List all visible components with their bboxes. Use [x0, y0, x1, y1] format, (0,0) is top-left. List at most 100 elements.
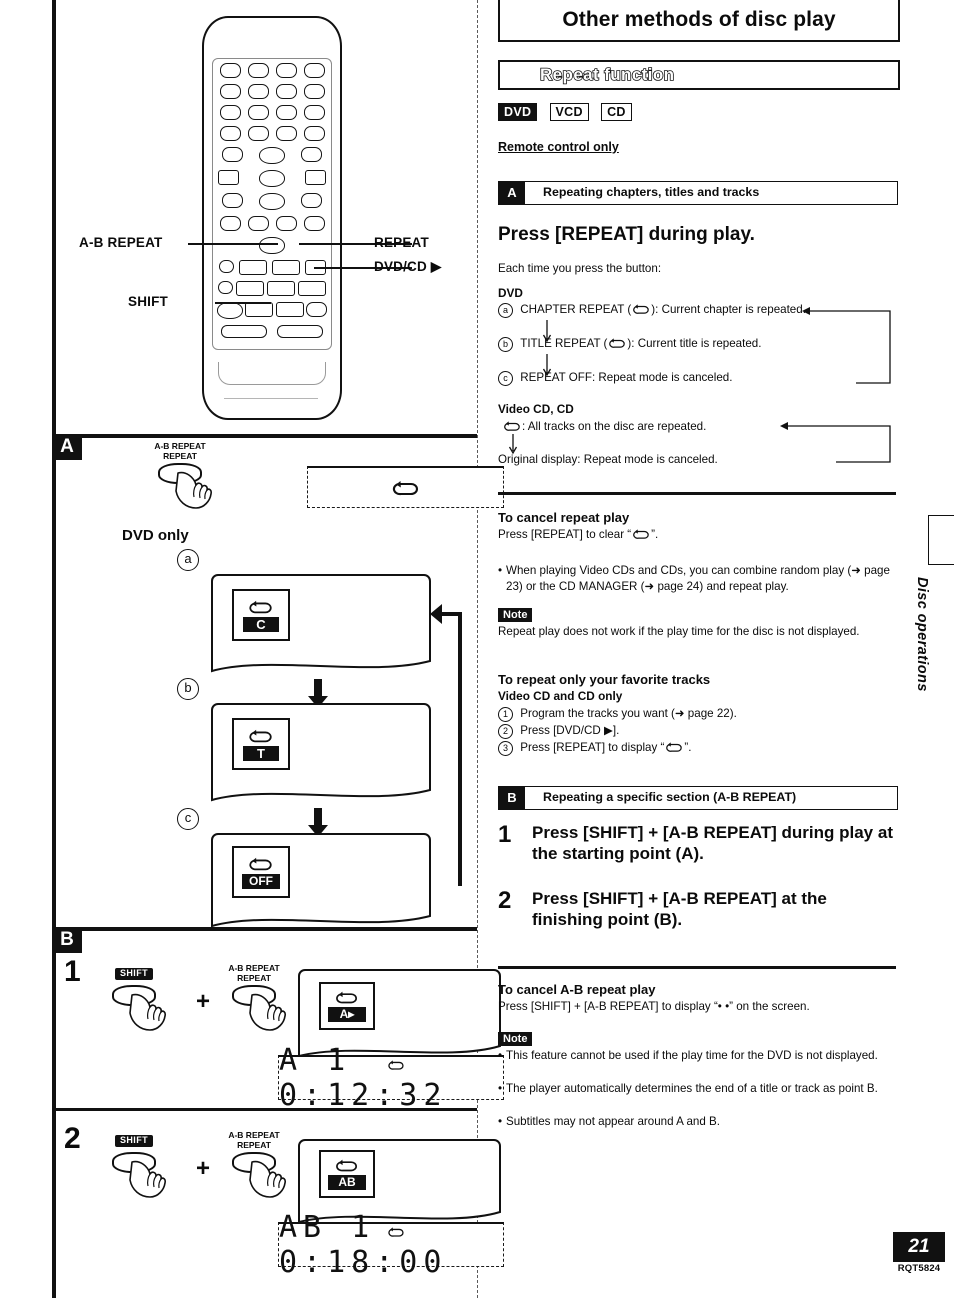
bullet-dot: • — [498, 564, 503, 577]
document-code: RQT5824 — [897, 1263, 941, 1274]
callout-label-shift: SHIFT — [128, 294, 168, 309]
note-text-a: Repeat play does not work if the play ti… — [498, 625, 860, 638]
repeat-loop-icon — [249, 857, 272, 870]
repeat-loop-icon — [504, 421, 520, 431]
callout-label-ab-repeat: A-B REPEAT — [79, 235, 163, 250]
fav-step-1-marker: 1 — [498, 707, 513, 722]
osd-tag-c: OFF — [242, 873, 280, 889]
press-button-shift-2: SHIFT — [112, 1135, 166, 1198]
remote-key-ab-repeat[interactable] — [259, 237, 285, 254]
fav-step-1-text: Program the tracks you want (➜ page 22). — [520, 707, 737, 720]
remote-control-figure: A-B REPEAT REPEAT DVD/CD ▶ SHIFT — [52, 0, 477, 440]
bullet-dot: • — [498, 1115, 503, 1128]
osd-indicator-step2: AB — [319, 1150, 375, 1198]
osd-tag-step1: A▸ — [328, 1007, 366, 1022]
note-bullet-3-text: Subtitles may not appear around A and B. — [506, 1115, 720, 1128]
section-b-step-1-number: 1 — [498, 821, 512, 848]
left-section-b-chip: B — [52, 927, 82, 953]
repeat-loop-icon — [392, 480, 418, 495]
tv-screen-card-c: OFF — [210, 832, 432, 928]
left-section-b-band: B — [52, 927, 477, 953]
left-column: A-B REPEAT REPEAT DVD/CD ▶ SHIFT A A-B R… — [52, 0, 504, 1298]
osd-indicator-a: C — [232, 589, 290, 641]
fav-step-3-text: Press [REPEAT] to display “ — [520, 741, 665, 754]
page-title: Other methods of disc play — [562, 8, 836, 32]
disc-tag-cd: CD — [601, 103, 632, 122]
lcd-display-step2: AB 1 0:18:00 — [278, 1210, 504, 1280]
section-b-step-2-text: Press [SHIFT] + [A-B REPEAT] at the fini… — [532, 889, 827, 930]
note-chip-a-wrap: Note — [498, 607, 533, 623]
item-marker-a: a — [498, 303, 513, 318]
hand-press-icon — [129, 1160, 166, 1198]
fav-step-1: 1 Program the tracks you want (➜ page 22… — [498, 706, 737, 722]
left-section-a-chip: A — [52, 434, 82, 460]
press-button-repeat-2: A-B REPEAT REPEAT — [228, 1130, 286, 1198]
fav-step-2-text: Press [DVD/CD ▶]. — [520, 724, 620, 737]
favorite-tracks-subhead: Video CD and CD only — [498, 689, 623, 703]
note-bullet-2-text: The player automatically determines the … — [506, 1082, 878, 1095]
dvd-flow-bracket — [802, 307, 891, 384]
section-b-step-2-number: 2 — [498, 887, 512, 914]
remote-keypad-area — [212, 58, 332, 350]
press-button-caption-top: A-B REPEAT — [154, 441, 206, 451]
state-marker-a: a — [177, 549, 199, 571]
fav-step-3-marker: 3 — [498, 741, 513, 756]
item-text-c: REPEAT OFF: Repeat mode is canceled. — [520, 371, 733, 384]
left-step2-rule — [52, 1108, 477, 1111]
manual-page: A-B REPEAT REPEAT DVD/CD ▶ SHIFT A A-B R… — [0, 0, 954, 1298]
bullet-dot: • — [498, 1082, 503, 1095]
lcd-display-step1: A 1 0:12:32 — [278, 1043, 504, 1113]
repeat-loop-icon — [249, 729, 272, 742]
plus-sign-1: + — [196, 988, 211, 1015]
osd-tag-b: T — [243, 745, 279, 761]
videocd-text-1: : All tracks on the disc are repeated. — [522, 420, 707, 433]
press-button-caption-bottom: REPEAT — [163, 450, 197, 461]
state-marker-c: c — [177, 808, 199, 830]
bullet-random-play: • When playing Video CDs and CDs, you ca… — [498, 563, 896, 596]
side-tab-label: Disc operations — [914, 577, 930, 692]
cancel-ab-heading: To cancel A-B repeat play — [498, 982, 656, 997]
right-column: Other methods of disc play Repeat functi… — [498, 0, 900, 1298]
page-number-badge: 21 RQT5824 — [893, 1232, 945, 1274]
section-b-step-2: 2 Press [SHIFT] + [A-B REPEAT] at the fi… — [498, 888, 896, 931]
left-step-2-number: 2 — [64, 1122, 81, 1155]
item-marker-c: c — [498, 371, 513, 386]
note-bullet-3: • Subtitles may not appear around A and … — [498, 1114, 896, 1130]
dvd-only-label: DVD only — [122, 527, 189, 544]
press-button-repeat: A-B REPEAT REPEAT — [154, 441, 212, 509]
side-tab-box — [928, 515, 954, 565]
cancel-ab-text: Press [SHIFT] + [A-B REPEAT] to display … — [498, 1000, 810, 1013]
repeat-function-title: Repeat function — [539, 64, 675, 85]
osd-indicator-b: T — [232, 718, 290, 770]
repeat-loop-icon — [609, 338, 626, 348]
cancel-repeat-text-before: Press [REPEAT] to clear “ — [498, 528, 632, 541]
item-after-b: ): Current title is repeated. — [627, 337, 762, 350]
page-title-box: Other methods of disc play — [498, 0, 900, 42]
item-text-b: TITLE REPEAT ( — [520, 337, 608, 350]
videocd-line-2: Original display: Repeat mode is cancele… — [498, 453, 718, 466]
section-b-chip: B — [499, 787, 525, 809]
loop-return-arrow-icon — [430, 604, 462, 886]
hand-press-icon — [249, 993, 286, 1031]
note-chip-b-wrap: Note — [498, 1031, 533, 1047]
hand-press-icon — [249, 1160, 286, 1198]
item-after-a: ): Current chapter is repeated. — [651, 303, 806, 316]
press-button-shift-1: SHIFT — [112, 968, 166, 1031]
press-button-caption: A-B REPEAT REPEAT — [154, 441, 206, 461]
item-text-a: CHAPTER REPEAT ( — [520, 303, 632, 316]
fav-step-2-marker: 2 — [498, 724, 513, 739]
cancel-repeat-text-after: ”. — [651, 528, 659, 541]
remote-key-shift[interactable] — [217, 302, 244, 319]
section-b-heading: Repeating a specific section (A-B REPEAT… — [543, 790, 797, 805]
disc-tag-dvd: DVD — [498, 103, 538, 122]
hand-press-icon — [175, 471, 212, 509]
page-number: 21 — [893, 1232, 945, 1262]
each-time-label: Each time you press the button: — [498, 262, 662, 275]
item-marker-b: b — [498, 337, 513, 352]
press-button-caption: A-B REPEAT REPEAT — [228, 963, 279, 983]
osd-tag-step2: AB — [328, 1175, 366, 1190]
osd-tag-a: C — [243, 616, 279, 632]
note-label-b: Note — [498, 1032, 533, 1046]
callout-label-dvd-cd: DVD/CD ▶ — [374, 259, 442, 274]
repeat-loop-icon — [666, 742, 683, 752]
